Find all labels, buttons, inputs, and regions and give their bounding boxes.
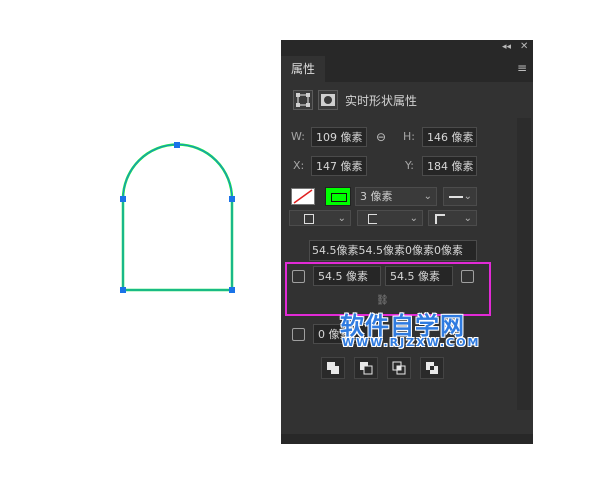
arch-shape-path [121,143,234,292]
panel-tab-row: 属性 ≡ [281,56,533,82]
stroke-align-icon [304,214,314,224]
chevron-down-icon: ⌄ [409,213,418,224]
stroke-color-swatch[interactable] [325,187,351,206]
panel-scrollbar[interactable] [517,118,531,410]
watermark-url: WWW.RJZXW.COM [342,336,481,349]
transform-bounds-icon[interactable] [293,90,313,110]
x-field[interactable]: 147 像素 [311,156,367,176]
chevron-down-icon: ⌄ [463,213,472,224]
stroke-width-dropdown[interactable]: 3 像素 ⌄ [355,187,437,206]
stroke-join-dropdown[interactable]: ⌄ [428,210,477,226]
width-field[interactable]: 109 像素 [311,127,367,147]
double-chevron-left-icon[interactable]: ◂◂ [502,42,511,52]
chevron-down-icon: ⌄ [423,191,432,202]
chevron-down-icon: ⌄ [463,191,472,202]
anchor-point-top [174,142,180,148]
anchor-point-left-mid [120,196,126,202]
close-icon[interactable]: ✕ [520,41,528,52]
fill-swatch[interactable] [291,188,315,205]
stroke-cap-dropdown[interactable]: ⌄ [357,210,423,226]
height-label: H: [403,130,415,143]
corner-bottom-left-icon[interactable] [292,328,305,341]
width-label: W: [291,130,305,143]
solid-line-icon [449,196,463,198]
link-chain-icon[interactable]: ⊖ [376,130,386,144]
chevron-down-icon: ⌄ [337,213,346,224]
stroke-cap-icon [368,214,377,224]
watermark: 软件自学网 WWW.RJZXW.COM [340,306,500,362]
stroke-align-dropdown[interactable]: ⌄ [289,210,351,226]
mask-icon[interactable] [318,90,338,110]
properties-panel: ◂◂ ✕ 属性 ≡ 实时形状属性 W: 109 像素 ⊖ H: 146 像素 X… [281,40,533,444]
stroke-width-value: 3 像素 [360,190,393,203]
line-style-dropdown[interactable]: ⌄ [443,187,477,206]
selection-outline [122,144,233,291]
x-label: X: [293,159,305,172]
anchor-point-bottom-left [120,287,126,293]
hamburger-menu-icon[interactable]: ≡ [517,61,527,75]
y-field[interactable]: 184 像素 [422,156,477,176]
height-field[interactable]: 146 像素 [422,127,477,147]
panel-bottom-bar [281,434,533,444]
panel-title-bar: ◂◂ ✕ [281,40,533,56]
stroke-join-icon [435,214,445,224]
tab-properties[interactable]: 属性 [281,56,325,82]
anchor-point-right-mid [229,196,235,202]
section-title: 实时形状属性 [345,94,418,108]
y-label: Y: [405,159,414,172]
anchor-point-bottom-right [229,287,235,293]
corner-radius-combined-field[interactable]: 54.5像素54.5像素0像素0像素 [309,240,477,261]
